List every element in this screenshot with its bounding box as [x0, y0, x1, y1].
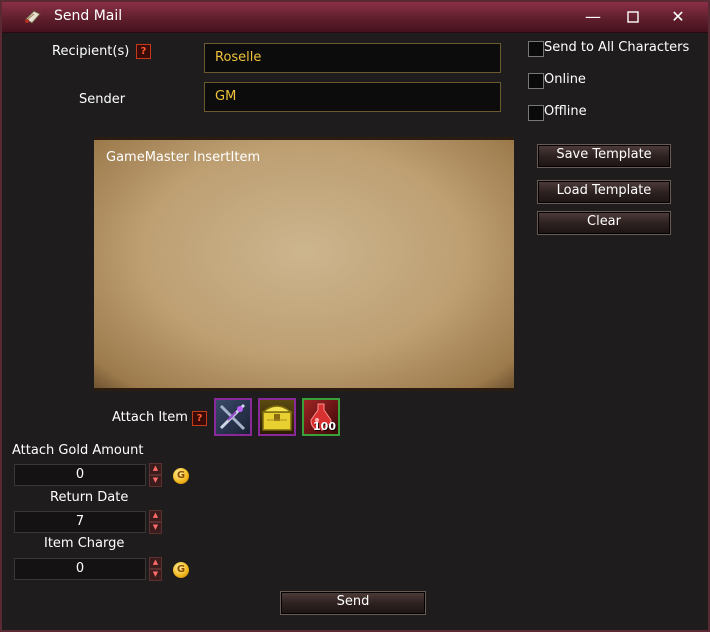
attach-item-label: Attach Item — [112, 410, 188, 425]
attach-help-icon[interactable]: ? — [192, 411, 207, 426]
clear-button[interactable]: Clear — [537, 211, 671, 235]
message-body-textarea[interactable]: GameMaster InsertItem — [94, 137, 514, 391]
gold-coin-icon: G — [173, 468, 189, 484]
item-charge-label: Item Charge — [44, 536, 125, 551]
return-date-up-icon[interactable]: ▲ — [149, 510, 162, 522]
sender-input[interactable]: GM — [204, 82, 501, 112]
return-date-label: Return Date — [50, 490, 129, 505]
attach-gold-label: Attach Gold Amount — [12, 443, 144, 458]
attach-slot-3[interactable]: 100 — [302, 398, 340, 436]
attach-slot-1[interactable] — [214, 398, 252, 436]
item-charge-up-icon[interactable]: ▲ — [149, 557, 162, 569]
title-bar[interactable]: Send Mail — ✕ — [2, 2, 708, 33]
item-charge-down-icon[interactable]: ▼ — [149, 569, 162, 581]
window-title: Send Mail — [54, 8, 123, 24]
recipient-help-icon[interactable]: ? — [136, 44, 151, 59]
send-to-all-label: Send to All Characters — [544, 40, 690, 55]
message-body-text: GameMaster InsertItem — [106, 150, 261, 165]
attach-slot-2[interactable] — [258, 398, 296, 436]
return-date-input[interactable]: 7 — [14, 511, 146, 533]
offline-label: Offline — [544, 104, 587, 119]
return-date-down-icon[interactable]: ▼ — [149, 522, 162, 534]
item-count: 100 — [313, 420, 336, 433]
gold-down-icon[interactable]: ▼ — [149, 475, 162, 487]
send-to-all-checkbox[interactable] — [528, 41, 544, 57]
online-label: Online — [544, 72, 586, 87]
charge-coin-icon: G — [173, 562, 189, 578]
crossed-weapons-icon — [219, 403, 246, 431]
send-button[interactable]: Send — [280, 591, 426, 615]
save-template-button[interactable]: Save Template — [537, 144, 671, 168]
gold-amount-input[interactable]: 0 — [14, 464, 146, 486]
recipient-label: Recipient(s) — [52, 44, 130, 59]
item-charge-input[interactable]: 0 — [14, 558, 146, 580]
recipient-input[interactable]: Roselle — [204, 43, 501, 73]
minimize-icon[interactable]: — — [582, 6, 604, 28]
load-template-button[interactable]: Load Template — [537, 180, 671, 204]
online-checkbox[interactable] — [528, 73, 544, 89]
send-mail-window: Send Mail — ✕ Recipient(s) ? Roselle Sen… — [0, 0, 710, 632]
gold-up-icon[interactable]: ▲ — [149, 463, 162, 475]
close-icon[interactable]: ✕ — [667, 6, 689, 28]
mail-icon — [24, 9, 42, 25]
sender-label: Sender — [79, 92, 126, 107]
treasure-chest-icon — [260, 405, 294, 431]
offline-checkbox[interactable] — [528, 105, 544, 121]
maximize-icon[interactable] — [622, 6, 644, 28]
